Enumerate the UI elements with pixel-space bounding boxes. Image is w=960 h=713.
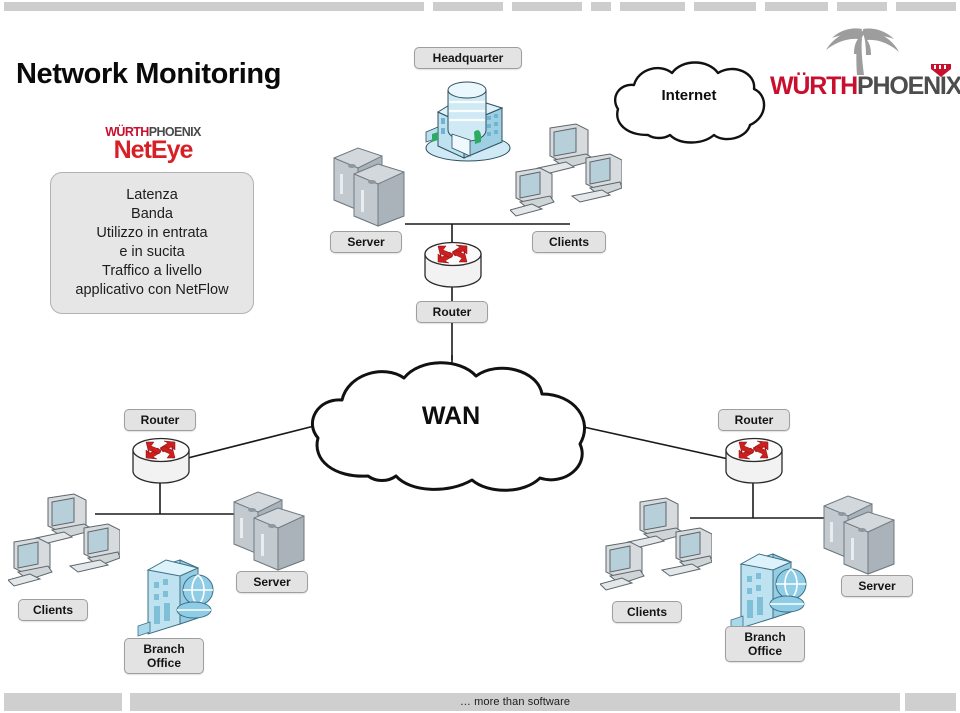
- rail-segment: [905, 693, 956, 711]
- label-hq-router: Router: [416, 301, 488, 323]
- wuerth-crest-icon: [931, 64, 951, 77]
- rail-segment: [4, 693, 122, 711]
- rail-segment: [694, 2, 756, 11]
- server-tower-icon: [333, 147, 405, 227]
- server-tower-icon: [233, 491, 305, 571]
- palm-tree-icon: [826, 28, 899, 75]
- footer-tagline: … more than software: [459, 696, 571, 708]
- desktop-computer-icon: [600, 497, 712, 591]
- office-building-icon: [425, 81, 511, 162]
- label-headquarter: Headquarter: [414, 47, 522, 69]
- label-hq-clients: Clients: [532, 231, 606, 253]
- rail-segment: [765, 2, 828, 11]
- rail-segment: [433, 2, 503, 11]
- desktop-computer-icon: [8, 493, 120, 587]
- label-hq-server: Server: [330, 231, 402, 253]
- label-branch-right-server: Server: [841, 575, 913, 597]
- label-branch-left-clients: Clients: [18, 599, 88, 621]
- rail-segment: [837, 2, 887, 11]
- callout-line: Utilizzo in entrata: [96, 225, 208, 241]
- corp-logo-wuerth: WÜRTH: [770, 72, 858, 100]
- rail-segment: [512, 2, 582, 11]
- callout-line: Latenza: [126, 187, 178, 203]
- label-branch-left-site: Branch Office: [124, 638, 204, 674]
- label-branch-left-server: Server: [236, 571, 308, 593]
- router-icon: [725, 437, 783, 484]
- router-icon: [132, 437, 190, 484]
- callout-line: e in sucita: [119, 244, 185, 260]
- neteye-logo-product: NetEye: [113, 136, 194, 164]
- rail-segment: [4, 2, 424, 11]
- callout-line: applicativo con NetFlow: [75, 282, 229, 298]
- top-decorative-rail: [0, 2, 960, 11]
- label-branch-left-router: Router: [124, 409, 196, 431]
- callout-line: Traffico a livello: [102, 263, 202, 279]
- branch-office-globe-icon: [137, 559, 214, 637]
- rail-segment: [620, 2, 685, 11]
- desktop-computer-icon: [510, 123, 622, 217]
- wuerthphoenix-logo: WÜRTHPHOENIX: [770, 24, 960, 100]
- router-icon: [424, 241, 482, 288]
- label-wan: WAN: [421, 402, 481, 430]
- label-branch-right-site: Branch Office: [725, 626, 805, 662]
- monitoring-features-callout: Latenza Banda Utilizzo in entrata e in s…: [50, 172, 254, 314]
- neteye-logo: WÜRTHPHOENIX NetEye: [68, 126, 238, 163]
- label-branch-right-clients: Clients: [612, 601, 682, 623]
- rail-segment: [591, 2, 611, 11]
- label-internet: Internet: [661, 87, 717, 104]
- rail-segment: [896, 2, 956, 11]
- page-title: Network Monitoring: [16, 58, 282, 90]
- server-tower-icon: [823, 495, 895, 575]
- label-branch-right-router: Router: [718, 409, 790, 431]
- branch-office-globe-icon: [730, 553, 807, 631]
- callout-line: Banda: [131, 206, 173, 222]
